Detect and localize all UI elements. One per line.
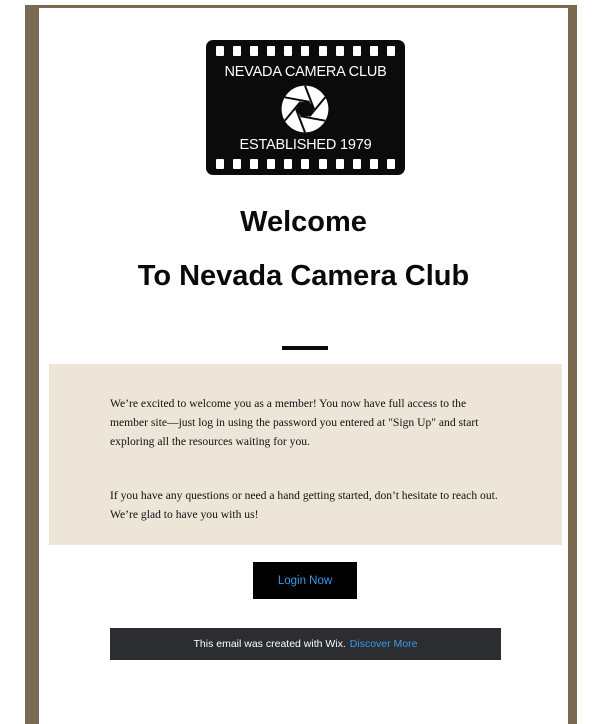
wix-footer-text: This email was created with Wix. <box>193 638 346 650</box>
welcome-paragraph: We’re excited to welcome you as a member… <box>110 397 479 448</box>
email-card: NEVADA CAMERA CLUB ESTABLISHED 1979 Welc… <box>39 8 568 724</box>
heading-divider <box>282 346 328 350</box>
wix-footer-bar: This email was created with Wix. Discove… <box>110 628 501 660</box>
camera-aperture-icon <box>281 85 329 133</box>
club-logo: NEVADA CAMERA CLUB ESTABLISHED 1979 <box>206 40 405 175</box>
film-sprockets-bottom <box>216 159 395 169</box>
welcome-heading: Welcome <box>240 206 367 238</box>
welcome-message-box: We’re excited to welcome you as a member… <box>49 364 562 545</box>
contact-paragraph: If you have any questions or need a hand… <box>110 489 498 521</box>
club-heading: To Nevada Camera Club <box>137 260 470 292</box>
logo-established: ESTABLISHED 1979 <box>239 137 372 153</box>
film-sprockets-top <box>216 46 395 56</box>
discover-more-link[interactable]: Discover More <box>350 638 418 650</box>
login-now-button[interactable]: Login Now <box>253 562 357 599</box>
logo-title: NEVADA CAMERA CLUB <box>224 64 387 80</box>
